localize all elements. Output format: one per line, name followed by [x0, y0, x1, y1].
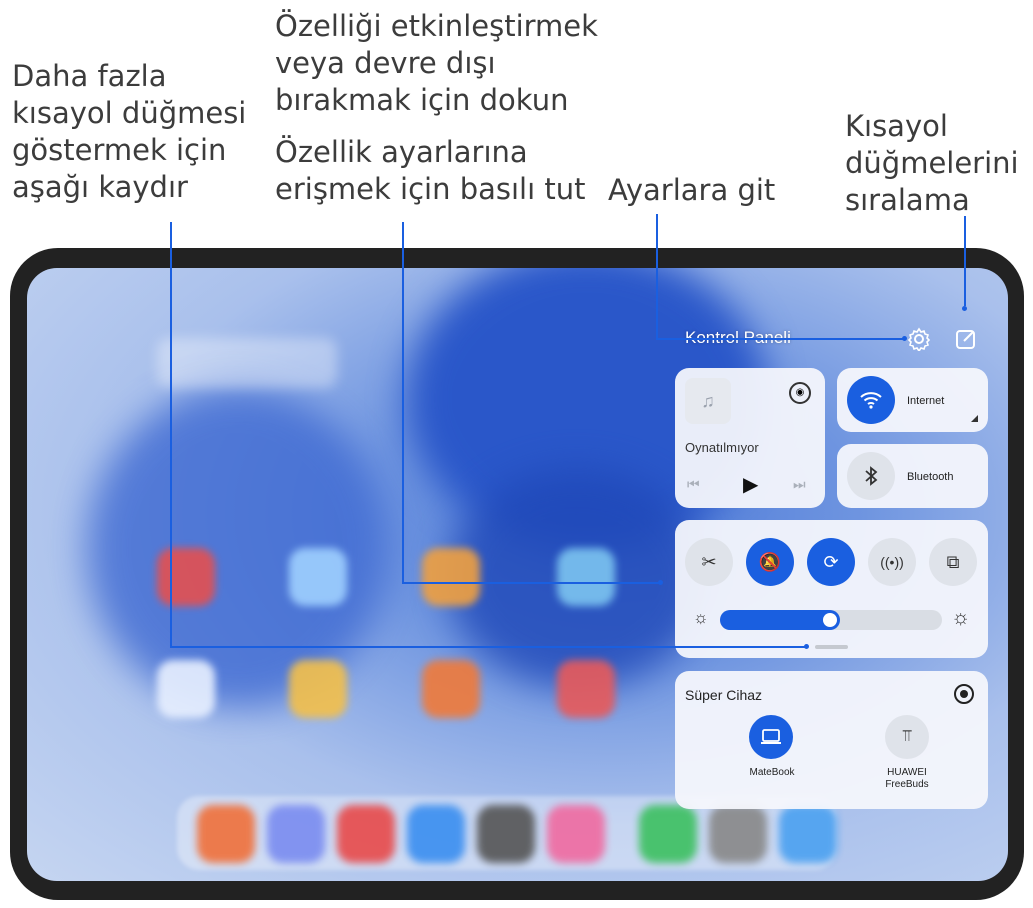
silent-toggle[interactable]: 🔕: [746, 538, 794, 586]
app-icon: [557, 548, 615, 606]
matebook-device[interactable]: [749, 715, 793, 759]
next-icon[interactable]: ⏭: [793, 476, 806, 493]
super-device-icon[interactable]: [954, 684, 974, 704]
audio-output-icon[interactable]: ◉: [789, 382, 811, 404]
bluetooth-icon: [865, 466, 878, 486]
dock-app-icon: [477, 805, 535, 863]
gear-icon: [907, 327, 931, 353]
dock-app-icon: [779, 805, 837, 863]
album-art: ♫: [685, 378, 731, 424]
annotation-sort-shortcuts: Kısayol düğmelerini sıralama: [845, 109, 1019, 217]
app-icon: [289, 548, 347, 606]
wifi-button[interactable]: [847, 376, 895, 424]
silent-icon: 🔕: [758, 551, 782, 572]
app-icon: [157, 548, 215, 606]
media-card[interactable]: ♫ ◉ Oynatılmıyor ⏮ ▶ ⏭: [675, 368, 825, 508]
auto-rotate-icon: ⟳: [823, 551, 839, 572]
annotation-long-press: Özellik ayarlarına erişmek için basılı t…: [275, 135, 586, 206]
play-icon[interactable]: ▶: [743, 472, 758, 497]
app-icon: [422, 548, 480, 606]
annotation-go-settings: Ayarlara git: [608, 173, 776, 207]
dock-app-icon: [337, 805, 395, 863]
hotspot-toggle[interactable]: ((•)): [868, 538, 916, 586]
super-device-panel[interactable]: Süper Cihaz MateBook ⫪ HUAWEI FreeBuds: [675, 671, 988, 809]
dock-app-icon: [547, 805, 605, 863]
dock-app-icon: [709, 805, 767, 863]
settings-button[interactable]: [907, 327, 931, 353]
brightness-slider[interactable]: [720, 610, 942, 630]
brightness-fill: [720, 610, 840, 630]
leader-toggle-vertical: [402, 222, 404, 584]
previous-icon[interactable]: ⏮: [687, 476, 700, 493]
leader-toggle-horizontal: [402, 582, 660, 584]
wifi-icon: [860, 392, 882, 409]
brightness-handle[interactable]: [823, 613, 837, 627]
dock-app-icon: [639, 805, 697, 863]
wallpaper-shape: [87, 388, 387, 708]
multi-screen-toggle[interactable]: ⧉: [929, 538, 977, 586]
freebuds-label: HUAWEI FreeBuds: [885, 767, 929, 790]
drag-handle[interactable]: [815, 645, 848, 649]
app-icon: [557, 660, 615, 718]
brightness-low-icon: ☼: [693, 608, 709, 627]
music-note-icon: ♫: [701, 390, 715, 411]
internet-label: Internet: [907, 395, 945, 407]
auto-rotate-toggle[interactable]: ⟳: [807, 538, 855, 586]
bluetooth-label: Bluetooth: [907, 471, 954, 483]
leader-settings-dot: [902, 336, 907, 341]
annotation-tap-toggle: Özelliği etkinleştirmek veya devre dışı …: [275, 9, 598, 117]
leader-toggle-dot: [658, 580, 663, 585]
dock-app-icon: [407, 805, 465, 863]
internet-tile[interactable]: Internet: [837, 368, 988, 432]
hotspot-icon: ((•)): [880, 554, 904, 570]
media-status: Oynatılmıyor: [685, 440, 759, 455]
bluetooth-tile[interactable]: Bluetooth: [837, 444, 988, 508]
screenshot-toggle[interactable]: ✂: [685, 538, 733, 586]
app-icon: [289, 660, 347, 718]
leader-settings-horizontal: [656, 338, 904, 340]
dock-app-icon: [267, 805, 325, 863]
dock-app-icon: [197, 805, 255, 863]
leader-swipe-horizontal: [170, 646, 806, 648]
multi-screen-icon: ⧉: [946, 551, 960, 572]
laptop-icon: [761, 729, 781, 744]
matebook-label: MateBook: [749, 767, 795, 778]
leader-sort-dot: [962, 306, 967, 311]
edit-icon: [956, 330, 975, 349]
leader-swipe-dot: [804, 644, 809, 649]
earbuds-icon: ⫪: [902, 728, 912, 745]
expand-corner-icon: [971, 415, 978, 422]
bluetooth-button[interactable]: [847, 452, 895, 500]
app-icon: [422, 660, 480, 718]
edit-shortcuts-button[interactable]: [954, 327, 978, 351]
leader-swipe-vertical: [170, 222, 172, 648]
app-icon: [157, 660, 215, 718]
leader-settings-vertical: [656, 214, 658, 340]
freebuds-device[interactable]: ⫪: [885, 715, 929, 759]
super-device-title: Süper Cihaz: [685, 687, 763, 703]
shortcut-toggles-panel: ✂ 🔕 ⟳ ((•)) ⧉ ☼ ☼: [675, 520, 988, 658]
leader-sort-vertical: [964, 216, 966, 306]
annotation-swipe-down: Daha fazla kısayol düğmesi göstermek içi…: [12, 59, 247, 204]
screenshot-icon: ✂: [701, 551, 717, 572]
clock-blur: [157, 338, 337, 388]
brightness-high-icon: ☼: [951, 606, 971, 629]
